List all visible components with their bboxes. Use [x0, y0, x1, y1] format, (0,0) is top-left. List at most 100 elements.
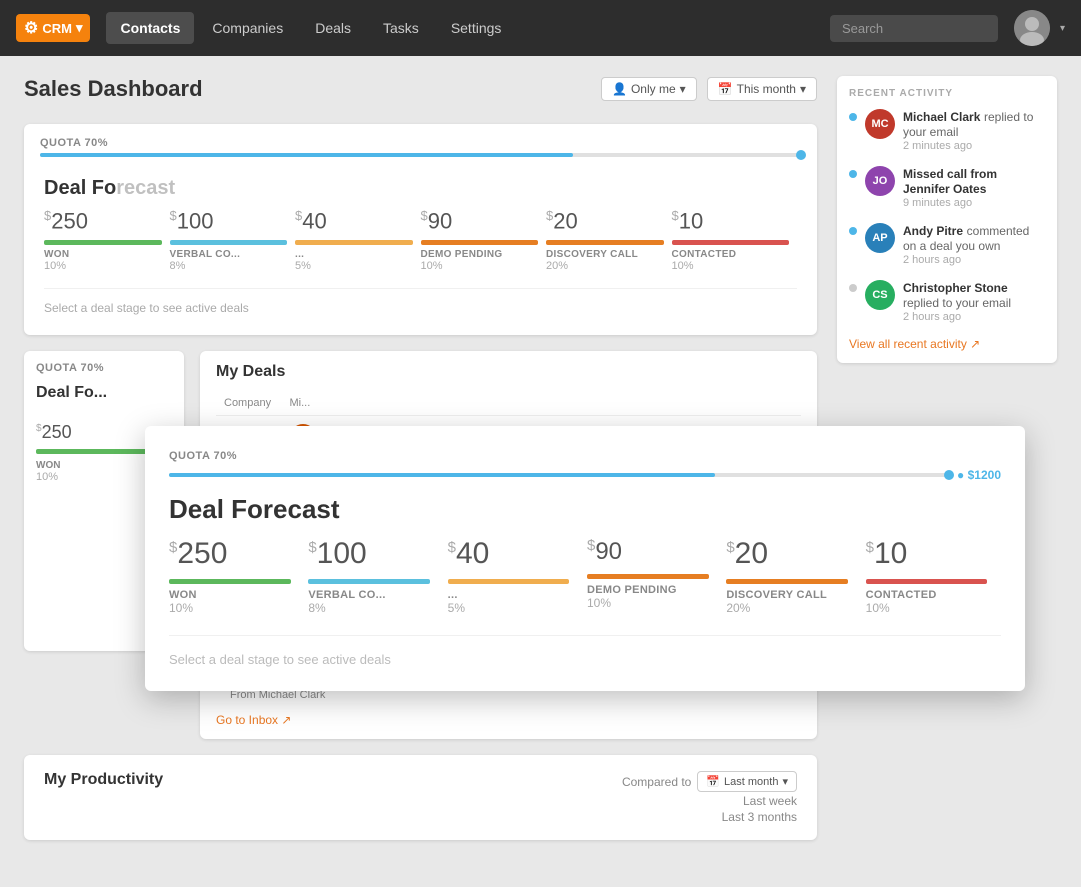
ra-item-2: JO Missed call from Jennifer Oates 9 min… — [849, 166, 1045, 209]
productivity-title: My Productivity — [44, 771, 163, 789]
ra-avatar-2: JO — [865, 166, 895, 196]
calendar-icon: 📅 — [718, 82, 733, 96]
col-phone — [584, 391, 708, 416]
stage-amount-verbal: $100 — [170, 208, 214, 234]
nav-item-deals[interactable]: Deals — [301, 12, 365, 44]
zoomed-stage-name-contacted: CONTACTED — [866, 589, 1001, 601]
zoomed-stage-bar-demo — [587, 574, 709, 579]
stage-bar-verbal — [170, 240, 288, 245]
productivity-title-row: My Productivity Compared to 📅 Last month… — [44, 771, 797, 824]
forecast-stage-demo: $90 DEMO PENDING 10% — [421, 208, 547, 272]
partial-quota: QUOTA 70% — [24, 351, 184, 374]
ra-text-1: Michael Clark replied to your email 2 mi… — [903, 109, 1045, 152]
zoomed-quota-label: QUOTA 70% — [169, 450, 1001, 462]
quota-label: QUOTA 70% — [40, 137, 108, 149]
forecast-stage-discovery: $20 DISCOVERY CALL 20% — [546, 208, 672, 272]
quota-bar-section: QUOTA 70% — [24, 124, 817, 157]
zoomed-bar-dot — [944, 470, 954, 480]
stage-bar-contacted — [672, 240, 790, 245]
zoomed-stage-name-dot: ... — [448, 589, 583, 601]
filter-this-month-label: This month — [737, 82, 796, 96]
recent-activity-card: RECENT ACTIVITY MC Michael Clark replied… — [837, 76, 1057, 363]
forecast-stage-dot: $40 ... 5% — [295, 208, 421, 272]
brand-label: CRM — [42, 21, 72, 36]
stage-amount-contacted: $10 — [672, 208, 704, 234]
stage-name-discovery: DISCOVERY CALL — [546, 249, 638, 260]
zoomed-stage-amount-verbal: $100 — [308, 537, 443, 571]
stage-amount-discovery: $20 — [546, 208, 578, 234]
zoomed-stage-name-demo: DEMO PENDING — [587, 584, 722, 596]
stage-name-dot: ... — [295, 249, 304, 260]
recent-activity-section: RECENT ACTIVITY MC Michael Clark replied… — [837, 76, 1057, 363]
forecast-title: Deal Forecast — [44, 177, 797, 200]
my-productivity-card: My Productivity Compared to 📅 Last month… — [24, 755, 817, 840]
zoomed-stage-amount-dot: $40 — [448, 537, 583, 571]
partial-title: Deal Fo... — [36, 384, 172, 402]
stage-amount-won: $250 — [44, 208, 88, 234]
zoomed-forecast-card: QUOTA 70% ● $1200 Deal Forecast $250 WON… — [145, 426, 1025, 691]
recent-activity-title: RECENT ACTIVITY — [849, 88, 1045, 99]
zoomed-stage-amount-discovery: $20 — [726, 537, 861, 571]
compared-to-label: Compared to — [622, 775, 691, 789]
filter-this-month-btn[interactable]: 📅 This month ▾ — [707, 77, 817, 101]
stage-name-verbal: VERBAL CO... — [170, 249, 241, 260]
my-deals-title: My Deals — [216, 363, 801, 381]
partial-quota-label: QUOTA 70% — [36, 362, 104, 374]
ra-name-2: Missed call from Jennifer Oates — [903, 166, 1045, 196]
main-content: Sales Dashboard 👤 Only me ▾ 📅 This month… — [0, 56, 1081, 860]
zoomed-stage-won: $250 WON 10% — [169, 537, 304, 615]
ra-text-2: Missed call from Jennifer Oates 9 minute… — [903, 166, 1045, 209]
last-week-option[interactable]: Last week — [743, 794, 797, 808]
forecast-note: Select a deal stage to see active deals — [44, 288, 797, 315]
last-month-btn[interactable]: 📅 Last month ▾ — [697, 771, 797, 792]
zoomed-stage-pct-demo: 10% — [587, 596, 722, 610]
col-email — [423, 391, 584, 416]
last-month-arrow: ▾ — [782, 775, 788, 788]
go-to-inbox-link[interactable]: Go to Inbox ↗ — [216, 713, 801, 727]
zoomed-note: Select a deal stage to see active deals — [169, 635, 1001, 667]
filter-this-month-arrow: ▾ — [800, 82, 806, 96]
filter-only-me-btn[interactable]: 👤 Only me ▾ — [601, 77, 697, 101]
brand-logo[interactable]: ⚙ CRM ▾ — [16, 14, 90, 42]
last-3-months-option[interactable]: Last 3 months — [722, 810, 797, 824]
productivity-inner: My Productivity Compared to 📅 Last month… — [24, 755, 817, 840]
quota-bar-track — [40, 153, 801, 157]
forecast-card-inner: Deal Forecast $250 WON 10% $100 VERBAL C… — [24, 157, 817, 335]
stage-bar-won — [44, 240, 162, 245]
quota-dot — [796, 150, 806, 160]
forecast-stage-verbal: $100 VERBAL CO... 8% — [170, 208, 296, 272]
user-avatar[interactable] — [1014, 10, 1050, 46]
brand-dropdown-arrow[interactable]: ▾ — [76, 20, 83, 36]
user-dropdown-arrow[interactable]: ▾ — [1060, 23, 1065, 34]
zoomed-stage-verbal: $100 VERBAL CO... 8% — [308, 537, 443, 615]
zoomed-stage-dot: $40 ... 5% — [448, 537, 583, 615]
zoomed-dollar-marker: ● $1200 — [957, 468, 1001, 482]
zoomed-bar-row: ● $1200 — [169, 468, 1001, 482]
inbox-from-3: From Michael Clark — [230, 689, 801, 701]
stage-bar-discovery — [546, 240, 664, 245]
zoomed-stage-amount-contacted: $10 — [866, 537, 1001, 571]
page-title-row: Sales Dashboard 👤 Only me ▾ 📅 This month… — [24, 76, 817, 102]
zoomed-stage-name-discovery: DISCOVERY CALL — [726, 589, 861, 601]
zoomed-stage-pct-won: 10% — [169, 601, 304, 615]
ra-time-2: 9 minutes ago — [903, 197, 1045, 209]
nav-item-tasks[interactable]: Tasks — [369, 12, 433, 44]
forecast-stage-contacted: $10 CONTACTED 10% — [672, 208, 798, 272]
nav-item-contacts[interactable]: Contacts — [106, 12, 194, 44]
zoomed-stage-demo: $90 DEMO PENDING 10% — [587, 537, 722, 615]
col-company: Company — [216, 391, 281, 416]
stage-pct-dot: 5% — [295, 260, 311, 272]
nav-item-companies[interactable]: Companies — [198, 12, 297, 44]
forecast-stage-won: $250 WON 10% — [44, 208, 170, 272]
view-all-link[interactable]: View all recent activity ↗ — [849, 337, 1045, 351]
stage-pct-won: 10% — [44, 260, 66, 272]
filter-only-me-arrow: ▾ — [680, 82, 686, 96]
last-month-label: Last month — [724, 776, 778, 788]
ra-dot-3 — [849, 227, 857, 235]
nav-item-settings[interactable]: Settings — [437, 12, 516, 44]
ra-dot-1 — [849, 113, 857, 121]
col-contact: Mi... — [281, 391, 422, 416]
search-input[interactable] — [830, 15, 998, 42]
zoomed-stage-discovery: $20 DISCOVERY CALL 20% — [726, 537, 861, 615]
filter-controls: 👤 Only me ▾ 📅 This month ▾ — [601, 77, 817, 101]
